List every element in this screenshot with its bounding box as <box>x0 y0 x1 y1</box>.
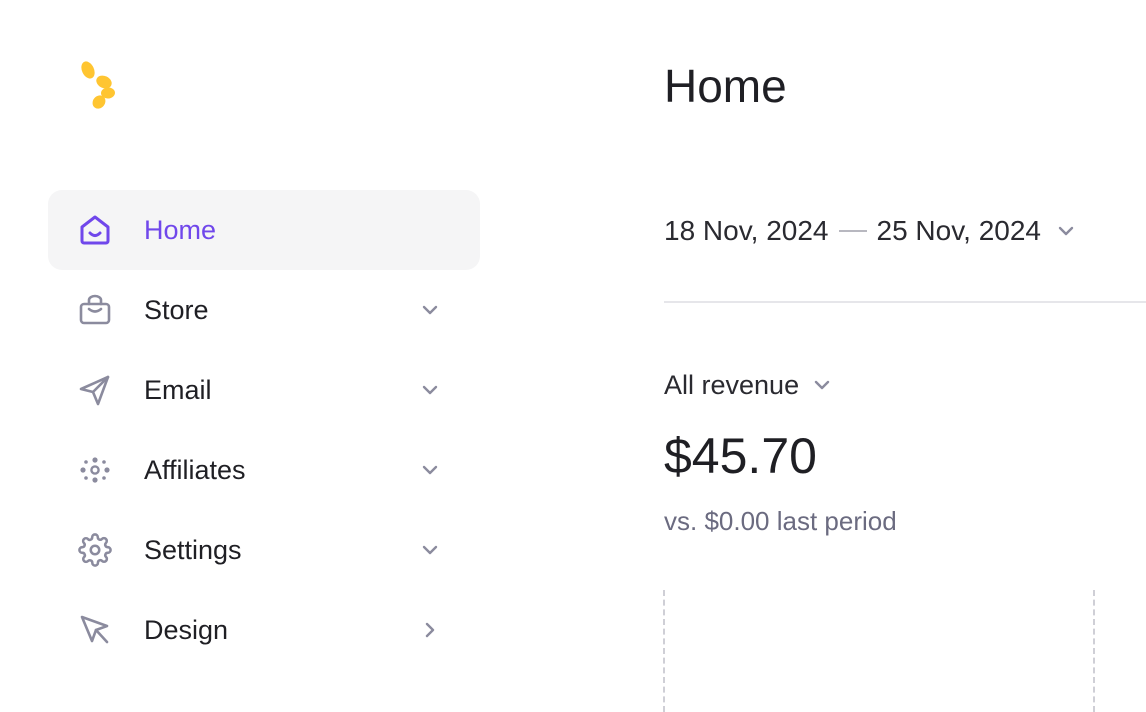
sidebar-item-settings[interactable]: Settings <box>48 510 480 590</box>
metric-selector[interactable]: All revenue <box>664 368 831 402</box>
page-title: Home <box>664 60 787 112</box>
date-range-start: 18 Nov, 2024 <box>664 215 829 246</box>
metric-selector-label: All revenue <box>664 369 800 400</box>
sidebar-item-label: Design <box>144 615 229 645</box>
sidebar-item-label: Email <box>144 375 212 405</box>
chart-gridline-left <box>663 590 665 712</box>
sidebar-item-label: Affiliates <box>144 455 246 485</box>
sidebar-item-email[interactable]: Email <box>48 350 480 430</box>
date-range-picker[interactable]: 18 Nov, 2024 25 Nov, 2024 <box>664 212 1075 250</box>
chevron-right-icon[interactable] <box>420 620 440 640</box>
gear-icon <box>78 533 112 567</box>
chevron-down-icon[interactable] <box>420 540 440 560</box>
sidebar-item-label: Home <box>144 215 217 245</box>
brand-logo-icon[interactable] <box>78 60 120 112</box>
sidebar-item-label: Store <box>144 295 209 325</box>
chevron-down-icon <box>813 379 831 391</box>
sidebar-item-home[interactable]: Home <box>48 190 480 270</box>
cursor-icon <box>78 614 112 646</box>
chevron-down-icon[interactable] <box>420 300 440 320</box>
sidebar-item-store[interactable]: Store <box>48 270 480 350</box>
metric-value: $45.70 <box>664 428 817 484</box>
section-divider <box>664 301 1146 303</box>
date-range-end: 25 Nov, 2024 <box>876 215 1042 246</box>
sidebar-item-label: Settings <box>144 535 242 565</box>
sidebar-nav: Home Store Email Affiliates Settings Des… <box>48 190 480 670</box>
send-icon <box>78 374 112 406</box>
metric-comparison: vs. $0.00 last period <box>664 506 897 536</box>
dots-network-icon <box>78 454 112 486</box>
sidebar-item-affiliates[interactable]: Affiliates <box>48 430 480 510</box>
chart-gridline-right <box>1093 590 1095 712</box>
home-icon <box>78 214 112 246</box>
chevron-down-icon[interactable] <box>420 460 440 480</box>
date-range-separator <box>838 230 867 232</box>
sidebar-item-design[interactable]: Design <box>48 590 480 670</box>
chevron-down-icon[interactable] <box>420 380 440 400</box>
chevron-down-icon <box>1057 225 1075 237</box>
shopping-bag-icon <box>78 294 112 326</box>
app: Home Store Email Affiliates Settings Des… <box>0 0 1146 712</box>
